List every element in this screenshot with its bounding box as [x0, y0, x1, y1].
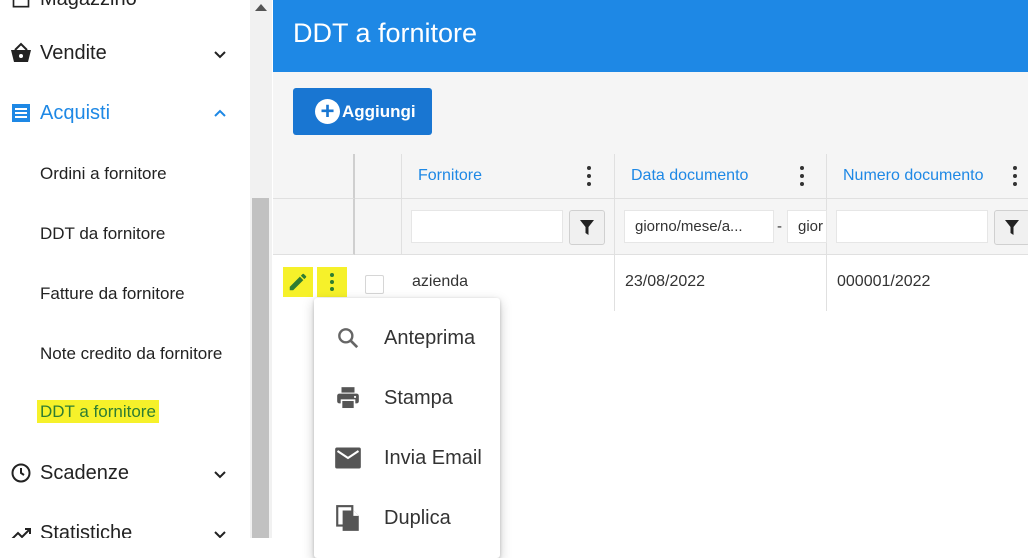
date-range-separator: -: [777, 218, 782, 235]
sidebar-item-label: DDT a fornitore: [37, 400, 159, 423]
sidebar-group-vendite[interactable]: Vendite: [0, 38, 250, 68]
sidebar-group-statistiche[interactable]: Statistiche: [0, 518, 250, 538]
column-header-label: Fornitore: [418, 167, 483, 184]
menu-item-invia-email[interactable]: Invia Email: [314, 428, 500, 488]
sidebar: Magazzino Vendite Acquisti Ordini a forn…: [0, 0, 250, 538]
sidebar-group-scadenze[interactable]: Scadenze: [0, 458, 250, 488]
copy-icon: [334, 504, 362, 532]
menu-item-label: Duplica: [384, 506, 451, 529]
sidebar-item-ddt-da-fornitore[interactable]: DDT da fornitore: [40, 224, 165, 244]
column-menu-icon[interactable]: [586, 166, 592, 186]
basket-icon: [9, 41, 33, 65]
table-cell-data-documento: 23/08/2022: [615, 255, 827, 311]
pencil-icon: [289, 273, 307, 291]
email-icon: [334, 444, 362, 472]
chevron-down-icon: [214, 531, 226, 538]
filter-icon: [580, 219, 594, 235]
column-header-label: Data documento: [631, 167, 749, 184]
menu-item-label: Stampa: [384, 386, 453, 409]
filter-fornitore-input[interactable]: [411, 210, 563, 243]
sidebar-item-fatture-da-fornitore[interactable]: Fatture da fornitore: [40, 284, 185, 304]
filter-numero-input[interactable]: [836, 210, 988, 243]
sidebar-group-label: Acquisti: [40, 102, 111, 124]
column-header-label: Numero documento: [843, 167, 984, 184]
column-header-data-documento[interactable]: Data documento: [615, 154, 827, 199]
list-icon: [9, 101, 33, 125]
menu-item-label: Invia Email: [384, 446, 482, 469]
page-title: DDT a fornitore: [293, 18, 478, 48]
print-icon: [334, 384, 362, 412]
column-menu-icon[interactable]: [1012, 166, 1018, 186]
filter-button[interactable]: [994, 210, 1028, 245]
cell-text: 23/08/2022: [625, 273, 706, 290]
more-actions-button[interactable]: [317, 267, 347, 297]
filter-icon: [1005, 219, 1019, 235]
edit-button[interactable]: [283, 267, 313, 297]
add-button-label: Aggiungi: [342, 101, 416, 121]
sidebar-group-label: Vendite: [40, 42, 107, 64]
filter-button[interactable]: [569, 210, 605, 245]
filter-cell-data-documento: giorno/mese/a... - gior: [615, 199, 827, 255]
sidebar-item-ddt-a-fornitore[interactable]: DDT a fornitore: [37, 400, 159, 423]
clock-icon: [9, 461, 33, 485]
grid-header-actions: [273, 154, 355, 199]
chevron-down-icon: [214, 51, 226, 59]
sidebar-group-label: Scadenze: [40, 462, 129, 484]
column-header-fornitore[interactable]: Fornitore: [402, 154, 615, 199]
grid-header-select: [355, 154, 402, 199]
add-circle-icon: +: [315, 99, 340, 124]
filter-cell-actions: [273, 199, 355, 255]
more-vert-icon: [329, 273, 335, 291]
sidebar-group-magazzino[interactable]: Magazzino: [0, 0, 250, 14]
sidebar-scroll-thumb[interactable]: [252, 198, 269, 538]
menu-item-duplica[interactable]: Duplica: [314, 488, 500, 548]
scroll-up-arrow-icon[interactable]: [255, 4, 267, 11]
toolbar: + Aggiungi: [273, 72, 1028, 154]
filter-date-to-input[interactable]: gior: [787, 210, 827, 243]
sidebar-item-ordini-a-fornitore[interactable]: Ordini a fornitore: [40, 164, 167, 184]
filter-date-from-input[interactable]: giorno/mese/a...: [624, 210, 774, 243]
sidebar-group-acquisti[interactable]: Acquisti: [0, 98, 250, 128]
cell-text: 000001/2022: [837, 273, 931, 290]
menu-item-anteprima[interactable]: Anteprima: [314, 308, 500, 368]
menu-item-label: Anteprima: [384, 326, 476, 349]
column-header-numero-documento[interactable]: Numero documento: [827, 154, 1028, 199]
column-menu-icon[interactable]: [799, 166, 805, 186]
chevron-up-icon: [214, 109, 226, 117]
page-header: DDT a fornitore: [273, 0, 1028, 72]
filter-cell-numero-documento: [827, 199, 1028, 255]
chevron-down-icon: [214, 471, 226, 479]
menu-item-stampa[interactable]: Stampa: [314, 368, 500, 428]
warehouse-icon: [9, 0, 33, 12]
filter-cell-select: [355, 199, 402, 255]
row-checkbox[interactable]: [365, 275, 384, 294]
table-cell-numero-documento: 000001/2022: [827, 255, 1028, 311]
trending-up-icon: [9, 521, 33, 538]
filter-cell-fornitore: [402, 199, 615, 255]
search-icon: [334, 324, 362, 352]
cell-text: azienda: [412, 273, 469, 290]
add-button[interactable]: + Aggiungi: [293, 88, 432, 135]
sidebar-group-label: Magazzino: [40, 0, 137, 11]
row-context-menu: Anteprima Stampa Invia Email Duplica: [314, 298, 500, 558]
sidebar-item-note-credito-da-fornitore[interactable]: Note credito da fornitore: [40, 344, 222, 364]
sidebar-group-label: Statistiche: [40, 522, 133, 538]
